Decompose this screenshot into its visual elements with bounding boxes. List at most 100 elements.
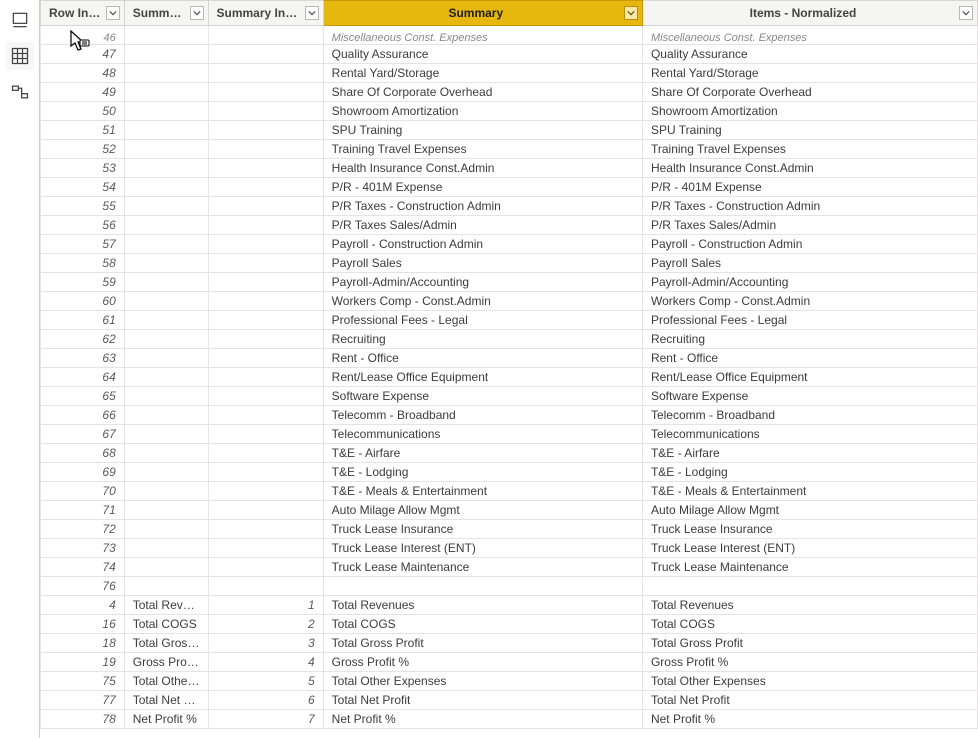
cell-items-normalized[interactable]: Telecommunications xyxy=(642,425,977,444)
cell-summary1[interactable] xyxy=(124,140,208,159)
table-row[interactable]: 51 SPU TrainingSPU Training xyxy=(41,121,978,140)
cell-summary1[interactable] xyxy=(124,387,208,406)
cell-summary[interactable]: Training Travel Expenses xyxy=(323,140,642,159)
cell-summary-index[interactable] xyxy=(208,558,323,577)
cell-summary-index[interactable] xyxy=(208,520,323,539)
filter-dropdown-button[interactable] xyxy=(106,6,120,20)
cell-summary[interactable]: Health Insurance Const.Admin xyxy=(323,159,642,178)
filter-dropdown-button[interactable] xyxy=(190,6,204,20)
cell-row-index[interactable]: 51 xyxy=(41,121,125,140)
data-grid[interactable]: Row Index Summary 1 Summary Index xyxy=(40,0,978,729)
cell-summary[interactable]: Truck Lease Interest (ENT) xyxy=(323,539,642,558)
cell-row-index[interactable]: 68 xyxy=(41,444,125,463)
cell-summary1[interactable] xyxy=(124,26,208,45)
cell-summary-index[interactable] xyxy=(208,178,323,197)
cell-items-normalized[interactable]: Total Net Profit xyxy=(642,691,977,710)
cell-items-normalized[interactable]: Total Revenues xyxy=(642,596,977,615)
cell-items-normalized[interactable]: Auto Milage Allow Mgmt xyxy=(642,501,977,520)
column-header-summary1[interactable]: Summary 1 xyxy=(124,1,208,26)
cell-items-normalized[interactable]: Total COGS xyxy=(642,615,977,634)
cell-row-index[interactable]: 60 xyxy=(41,292,125,311)
cell-row-index[interactable]: 18 xyxy=(41,634,125,653)
cell-items-normalized[interactable]: SPU Training xyxy=(642,121,977,140)
cell-summary[interactable]: Professional Fees - Legal xyxy=(323,311,642,330)
cell-summary-index[interactable] xyxy=(208,349,323,368)
cell-summary[interactable]: T&E - Airfare xyxy=(323,444,642,463)
cell-summary-index[interactable] xyxy=(208,273,323,292)
cell-summary[interactable]: T&E - Lodging xyxy=(323,463,642,482)
cell-summary1[interactable]: Total Other Expe xyxy=(124,672,208,691)
cell-summary-index[interactable] xyxy=(208,121,323,140)
cell-summary[interactable]: Net Profit % xyxy=(323,710,642,729)
cell-summary1[interactable] xyxy=(124,311,208,330)
cell-summary[interactable]: Total Other Expenses xyxy=(323,672,642,691)
cell-summary1[interactable] xyxy=(124,121,208,140)
cell-summary-index[interactable] xyxy=(208,387,323,406)
data-view-button[interactable] xyxy=(6,42,34,70)
cell-summary1[interactable] xyxy=(124,216,208,235)
cell-row-index[interactable]: 48 xyxy=(41,64,125,83)
cell-items-normalized[interactable]: Payroll Sales xyxy=(642,254,977,273)
cell-summary-index[interactable]: 4 xyxy=(208,653,323,672)
cell-items-normalized[interactable]: T&E - Meals & Entertainment xyxy=(642,482,977,501)
cell-summary1[interactable]: Net Profit % xyxy=(124,710,208,729)
table-row[interactable]: 19Gross Profit %4Gross Profit %Gross Pro… xyxy=(41,653,978,672)
table-row[interactable]: 75Total Other Expe5Total Other ExpensesT… xyxy=(41,672,978,691)
cell-summary1[interactable] xyxy=(124,482,208,501)
cell-summary-index[interactable] xyxy=(208,330,323,349)
cell-row-index[interactable]: 69 xyxy=(41,463,125,482)
cell-summary1[interactable] xyxy=(124,197,208,216)
table-row[interactable]: 65Software ExpenseSoftware Expense xyxy=(41,387,978,406)
filter-dropdown-button[interactable] xyxy=(305,6,319,20)
cell-row-index[interactable]: 73 xyxy=(41,539,125,558)
cell-row-index[interactable]: 76 xyxy=(41,577,125,596)
cell-summary[interactable]: Recruiting xyxy=(323,330,642,349)
filter-dropdown-button[interactable] xyxy=(959,6,973,20)
cell-summary[interactable]: Rental Yard/Storage xyxy=(323,64,642,83)
cell-items-normalized[interactable]: Net Profit % xyxy=(642,710,977,729)
table-row[interactable]: 77Total Net Profit6Total Net ProfitTotal… xyxy=(41,691,978,710)
table-row[interactable]: 70T&E - Meals & EntertainmentT&E - Meals… xyxy=(41,482,978,501)
table-row[interactable]: 73Truck Lease Interest (ENT)Truck Lease … xyxy=(41,539,978,558)
cell-row-index[interactable]: 56 xyxy=(41,216,125,235)
cell-items-normalized[interactable]: Gross Profit % xyxy=(642,653,977,672)
cell-summary[interactable] xyxy=(323,577,642,596)
cell-summary-index[interactable]: 5 xyxy=(208,672,323,691)
cell-items-normalized[interactable]: Rent/Lease Office Equipment xyxy=(642,368,977,387)
cell-items-normalized[interactable]: Truck Lease Maintenance xyxy=(642,558,977,577)
cell-summary-index[interactable] xyxy=(208,577,323,596)
table-row[interactable]: 50Showroom AmortizationShowroom Amortiza… xyxy=(41,102,978,121)
cell-row-index[interactable]: 53 xyxy=(41,159,125,178)
table-row[interactable]: 60Workers Comp - Const.AdminWorkers Comp… xyxy=(41,292,978,311)
cell-summary1[interactable]: Total Net Profit xyxy=(124,691,208,710)
cell-row-index[interactable]: 70 xyxy=(41,482,125,501)
cell-summary[interactable]: Rent - Office xyxy=(323,349,642,368)
cell-row-index[interactable]: 46 xyxy=(41,26,125,45)
cell-summary[interactable]: Total Revenues xyxy=(323,596,642,615)
cell-summary1[interactable]: Total Revenues xyxy=(124,596,208,615)
cell-items-normalized[interactable]: P/R Taxes - Construction Admin xyxy=(642,197,977,216)
table-row[interactable]: 54P/R - 401M ExpenseP/R - 401M Expense xyxy=(41,178,978,197)
cell-summary1[interactable] xyxy=(124,330,208,349)
cell-row-index[interactable]: 19 xyxy=(41,653,125,672)
cell-summary[interactable]: Quality Assurance xyxy=(323,45,642,64)
cell-summary1[interactable] xyxy=(124,558,208,577)
cell-items-normalized[interactable]: Training Travel Expenses xyxy=(642,140,977,159)
cell-summary1[interactable] xyxy=(124,102,208,121)
cell-row-index[interactable]: 50 xyxy=(41,102,125,121)
cell-summary-index[interactable] xyxy=(208,368,323,387)
cell-summary-index[interactable] xyxy=(208,235,323,254)
table-row[interactable]: 78Net Profit %7Net Profit %Net Profit % xyxy=(41,710,978,729)
cell-summary1[interactable] xyxy=(124,444,208,463)
table-row[interactable]: 57Payroll - Construction AdminPayroll - … xyxy=(41,235,978,254)
cell-summary[interactable]: SPU Training xyxy=(323,121,642,140)
cell-summary-index[interactable]: 3 xyxy=(208,634,323,653)
cell-items-normalized[interactable]: Share Of Corporate Overhead xyxy=(642,83,977,102)
cell-summary1[interactable]: Total Gross Profi xyxy=(124,634,208,653)
cell-summary1[interactable] xyxy=(124,159,208,178)
table-row[interactable]: 71Auto Milage Allow MgmtAuto Milage Allo… xyxy=(41,501,978,520)
cell-summary-index[interactable]: 7 xyxy=(208,710,323,729)
cell-summary-index[interactable] xyxy=(208,501,323,520)
cell-items-normalized[interactable]: T&E - Lodging xyxy=(642,463,977,482)
cell-items-normalized[interactable]: Truck Lease Insurance xyxy=(642,520,977,539)
